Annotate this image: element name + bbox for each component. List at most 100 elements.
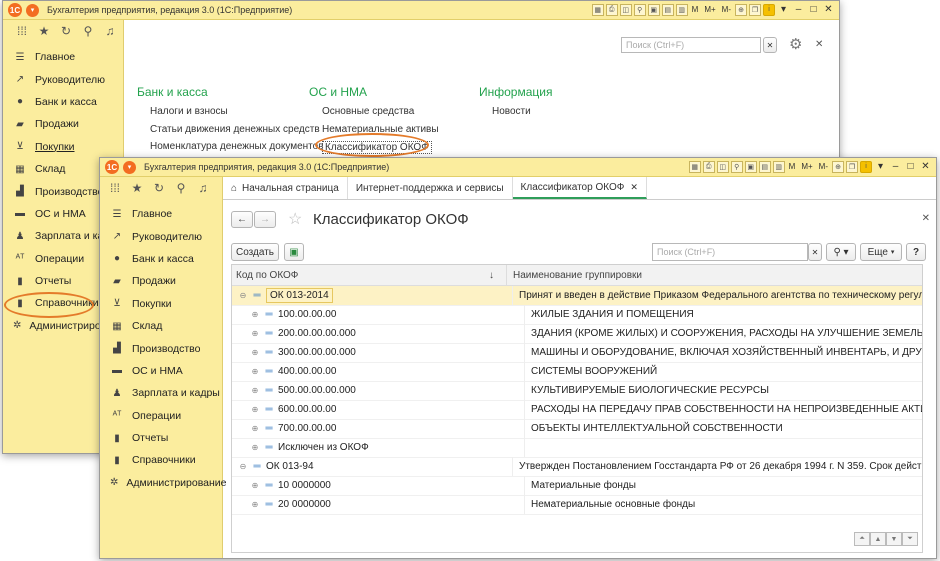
table-row[interactable]: ⊕ ═ 10 0000000 Материальные фонды	[232, 476, 922, 496]
apps-grid-icon[interactable]: ⁞⁞⁞	[11, 20, 33, 42]
expand-icon[interactable]: ⊕	[250, 481, 260, 490]
sidebar-item[interactable]: ⊻ Покупки	[100, 293, 222, 315]
tab-close-icon[interactable]: ✕	[630, 182, 638, 193]
close-window-icon[interactable]: ✕	[822, 3, 835, 16]
memory-minus-icon[interactable]: M-	[817, 161, 830, 173]
calendar-icon[interactable]: ▥	[772, 160, 785, 173]
main-menu-dropdown-icon[interactable]: ▾	[123, 160, 136, 174]
save-icon[interactable]: ▣	[744, 160, 757, 173]
attach-icon[interactable]: ⚲	[633, 3, 646, 16]
link-taxes[interactable]: Налоги и взносы	[150, 106, 228, 117]
sidebar-item[interactable]: ✲ Администрирование	[100, 472, 227, 494]
sidebar-item[interactable]: ☰ Главное	[3, 46, 123, 68]
search-icon[interactable]: ⚲	[77, 20, 99, 42]
memory-m-icon[interactable]: M	[787, 161, 798, 173]
sidebar-item[interactable]: ● Банк и касса	[3, 91, 123, 113]
create-button[interactable]: Создать	[231, 243, 279, 261]
expand-icon[interactable]: ⊕	[250, 443, 260, 452]
back-settings-gear-icon[interactable]: ⚙	[789, 35, 802, 53]
help-button[interactable]: ?	[906, 243, 926, 261]
history-icon[interactable]: ↻	[148, 177, 170, 199]
zoom-icon[interactable]: ⊕	[735, 3, 747, 16]
front-search-input[interactable]: Поиск (Ctrl+F)	[652, 243, 808, 261]
bell-icon[interactable]: ♫	[99, 20, 121, 42]
sidebar-item[interactable]: ↗ Руководителю	[3, 68, 123, 90]
table-row[interactable]: ⊕ ═ 300.00.00.00.000 МАШИНЫ И ОБОРУДОВАНИЕ,…	[232, 343, 922, 363]
memory-plus-icon[interactable]: M+	[702, 4, 717, 16]
info-icon[interactable]: i	[860, 160, 872, 173]
search-button[interactable]: ⚲ ▾	[826, 243, 856, 261]
table-row[interactable]: ⊕ ═ 500.00.00.00.000 КУЛЬТИВИРУЕМЫЕ БИОЛОГИ…	[232, 381, 922, 401]
scroll-up-icon[interactable]: ▲	[870, 532, 886, 546]
grid-icon[interactable]: ▦	[591, 3, 604, 16]
sidebar-item[interactable]: ⊻ Покупки	[3, 136, 123, 158]
table-row[interactable]: ⊖ ═ ОК 013-2014 Принят и введен в действие …	[232, 286, 922, 306]
expand-icon[interactable]: ⊕	[250, 348, 260, 357]
minimize-icon[interactable]: –	[889, 160, 902, 173]
back-nav-button[interactable]: ←	[231, 211, 253, 228]
table-row[interactable]: ⊕ ═ 700.00.00.00 ОБЪЕКТЫ ИНТЕЛЛЕКТУАЛЬНОЙ С…	[232, 419, 922, 439]
back-search-input[interactable]: Поиск (Ctrl+F)	[621, 37, 761, 53]
scroll-last-icon[interactable]: ⏷	[902, 532, 918, 546]
tab-support[interactable]: Интернет-поддержка и сервисы	[348, 177, 513, 199]
table-icon[interactable]: ▤	[661, 3, 674, 16]
link-money-docs[interactable]: Номенклатура денежных документов	[150, 141, 324, 152]
maximize-icon[interactable]: □	[807, 3, 820, 16]
column-header-name[interactable]: Наименование группировки	[506, 265, 642, 285]
search-icon[interactable]: ⚲	[170, 177, 192, 199]
sidebar-item[interactable]: ▮ Справочники	[100, 449, 222, 471]
link-fixed-assets[interactable]: Основные средства	[322, 106, 414, 117]
expand-icon[interactable]: ⊕	[250, 405, 260, 414]
scroll-down-icon[interactable]: ▼	[886, 532, 902, 546]
favorite-star-icon[interactable]: ☆	[288, 209, 302, 229]
table-row[interactable]: ⊕ ═ Исключен из ОКОФ	[232, 438, 922, 458]
window-icon[interactable]: ❐	[846, 160, 858, 173]
history-icon[interactable]: ↻	[55, 20, 77, 42]
expand-icon[interactable]: ⊕	[250, 367, 260, 376]
collapse-icon[interactable]: ⊖	[238, 462, 248, 471]
minimize-icon[interactable]: –	[792, 3, 805, 16]
print-icon[interactable]: ⎙	[702, 160, 715, 173]
expand-icon[interactable]: ⊕	[250, 500, 260, 509]
expand-icon[interactable]: ⊕	[250, 424, 260, 433]
expand-icon[interactable]: ⊕	[250, 310, 260, 319]
table-row[interactable]: ⊕ ═ 20 0000000 Нематериальные основные фонд…	[232, 495, 922, 515]
sidebar-item[interactable]: ᴬᵀ Операции	[100, 405, 222, 427]
save-icon[interactable]: ▣	[647, 3, 660, 16]
calendar-icon[interactable]: ▥	[675, 3, 688, 16]
main-menu-dropdown-icon[interactable]: ▾	[26, 3, 39, 17]
expand-icon[interactable]: ⊕	[250, 329, 260, 338]
expand-icon[interactable]: ⊕	[250, 386, 260, 395]
bell-icon[interactable]: ♫	[192, 177, 214, 199]
sidebar-item[interactable]: ▰ Продажи	[100, 270, 222, 292]
window-menu-icon[interactable]: ▾	[874, 160, 887, 173]
sidebar-item[interactable]: ▟ Производство	[100, 337, 222, 359]
grid-icon[interactable]: ▦	[688, 160, 701, 173]
sidebar-item[interactable]: ▰ Продажи	[3, 113, 123, 135]
table-row[interactable]: ⊕ ═ 100.00.00.00 ЖИЛЫЕ ЗДАНИЯ И ПОМЕЩЕНИЯ	[232, 305, 922, 325]
tab-home[interactable]: ⌂ Начальная страница	[223, 177, 348, 199]
memory-minus-icon[interactable]: M-	[720, 4, 733, 16]
table-row[interactable]: ⊕ ═ 200.00.00.00.000 ЗДАНИЯ (КРОМЕ ЖИЛЫХ) И…	[232, 324, 922, 344]
sidebar-item[interactable]: ↗ Руководителю	[100, 225, 222, 247]
back-close-icon[interactable]: ✕	[815, 39, 823, 50]
table-icon[interactable]: ▤	[758, 160, 771, 173]
search-clear-button[interactable]: ✕	[808, 243, 822, 261]
column-header-code[interactable]: Код по ОКОФ ↓	[232, 265, 506, 285]
scroll-first-icon[interactable]: ⏶	[854, 532, 870, 546]
preview-icon[interactable]: ◫	[716, 160, 729, 173]
collapse-icon[interactable]: ⊖	[238, 291, 248, 300]
link-cashflow-items[interactable]: Статьи движения денежных средств	[150, 124, 320, 135]
sidebar-item[interactable]: ♟ Зарплата и кадры	[100, 382, 222, 404]
create-group-button[interactable]: ▣	[284, 243, 304, 261]
forward-nav-button[interactable]: →	[254, 211, 276, 228]
maximize-icon[interactable]: □	[904, 160, 917, 173]
window-menu-icon[interactable]: ▾	[777, 3, 790, 16]
sidebar-item[interactable]: ▦ Склад	[100, 315, 222, 337]
info-icon[interactable]: i	[763, 3, 775, 16]
favorites-star-icon[interactable]: ★	[126, 177, 148, 199]
close-window-icon[interactable]: ✕	[919, 160, 932, 173]
more-button[interactable]: Еще ▾	[860, 243, 902, 261]
sidebar-item[interactable]: ● Банк и касса	[100, 248, 222, 270]
tab-okof[interactable]: Классификатор ОКОФ ✕	[512, 177, 647, 199]
